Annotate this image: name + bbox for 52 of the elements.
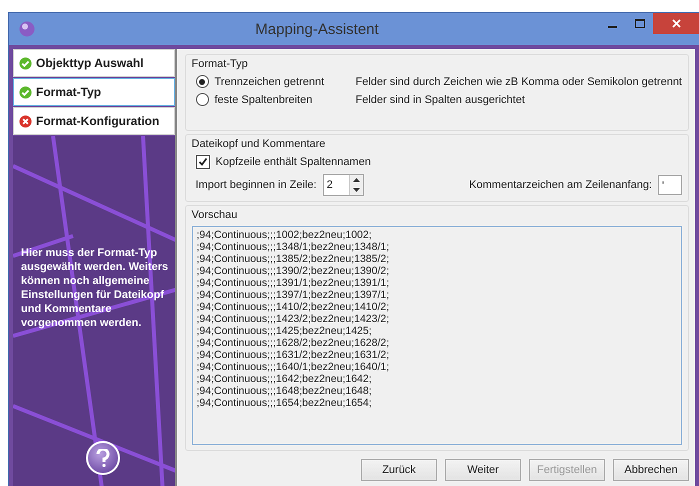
radio-button[interactable] — [196, 75, 208, 88]
preview-line: ;94;Continuous;;;1002;bez2neu;1002; — [196, 229, 373, 241]
check-circle-icon — [19, 86, 32, 98]
preview-line: ;94;Continuous;;;1391/1;bez2neu;1391/1; — [196, 277, 390, 289]
preview-line: ;94;Continuous;;;1410/2;bez2neu;1410/2; — [196, 301, 390, 313]
maximize-icon — [634, 19, 644, 28]
checkbox[interactable] — [196, 155, 210, 169]
option-label: feste Spaltenbreiten — [214, 94, 312, 106]
preview-line: ;94;Continuous;;;1397/1;bez2neu;1397/1; — [196, 289, 390, 301]
dialog-button[interactable]: Weiter — [445, 459, 521, 481]
radio-option[interactable]: feste Spaltenbreiten — [196, 93, 356, 106]
option-description: Felder sind durch Zeichen wie zB Komma oder Semikolon getrennt — [356, 76, 682, 88]
step-label: Objekttyp Auswahl — [36, 56, 144, 70]
field-label: Kommentarzeichen am Zeilenanfang: — [469, 179, 652, 191]
minimize-icon — [608, 26, 617, 28]
window-title: Mapping-Assistent — [254, 20, 380, 38]
field-label: Import beginnen in Zeile: — [196, 179, 317, 191]
step-label: Format-Typ — [36, 85, 102, 99]
dialog-button[interactable]: Abbrechen — [613, 459, 689, 481]
number-spinner[interactable]: 2 — [322, 174, 364, 196]
preview-line: ;94;Continuous;;;1390/2;bez2neu;1390/2; — [196, 265, 390, 277]
preview-line: ;94;Continuous;;;1628/2;bez2neu;1628/2; — [196, 337, 390, 349]
wizard-step[interactable]: Format-Konfiguration — [13, 107, 174, 135]
radio-button[interactable] — [196, 93, 208, 106]
input-field[interactable]: ' — [658, 175, 682, 195]
preview-line: ;94;Continuous;;;1640/1;bez2neu;1640/1; — [196, 361, 390, 373]
error-circle-icon — [19, 114, 32, 128]
question-mark-icon — [96, 449, 110, 467]
help-text: Hier muss der Format-Typ ausgewählt werden. Weiters können noch allgemeine Einstellungen für Dateikopf und Kommentare vorgenommen werden. — [21, 246, 168, 330]
group-title: Dateikopf und Kommentare — [192, 138, 326, 150]
step-label: Format-Konfiguration — [36, 114, 160, 128]
radio-option[interactable]: Trennzeichen getrennt — [196, 75, 356, 88]
option-label: Trennzeichen getrennt — [214, 76, 324, 88]
app-orb-icon — [19, 21, 35, 37]
close-icon — [672, 19, 680, 28]
close-button[interactable] — [653, 13, 699, 34]
group-title: Vorschau — [192, 209, 238, 221]
dialog-button[interactable]: Zurück — [361, 459, 437, 481]
preview-line: ;94;Continuous;;;1385/2;bez2neu;1385/2; — [196, 253, 390, 265]
wizard-step[interactable]: Format-Typ — [13, 78, 174, 106]
preview-line: ;94;Continuous;;;1631/2;bez2neu;1631/2; — [196, 349, 390, 361]
checkbox-label: Kopfzeile enthält Spaltennamen — [216, 156, 371, 168]
preview-line: ;94;Continuous;;;1423/2;bez2neu;1423/2; — [196, 313, 390, 325]
option-description: Felder sind in Spalten ausgerichtet — [356, 94, 526, 106]
preview-line: ;94;Continuous;;;1425;bez2neu;1425; — [196, 325, 373, 337]
check-circle-icon — [19, 56, 32, 70]
group-title: Format-Typ — [192, 58, 249, 70]
wizard-step[interactable]: Objekttyp Auswahl — [13, 49, 174, 77]
preview-line: ;94;Continuous;;;1348/1;bez2neu;1348/1; — [196, 241, 390, 253]
preview-line: ;94;Continuous;;;1642;bez2neu;1642; — [196, 373, 373, 385]
preview-line: ;94;Continuous;;;1648;bez2neu;1648; — [196, 385, 373, 397]
preview-line: ;94;Continuous;;;1654;bez2neu;1654; — [196, 397, 373, 409]
